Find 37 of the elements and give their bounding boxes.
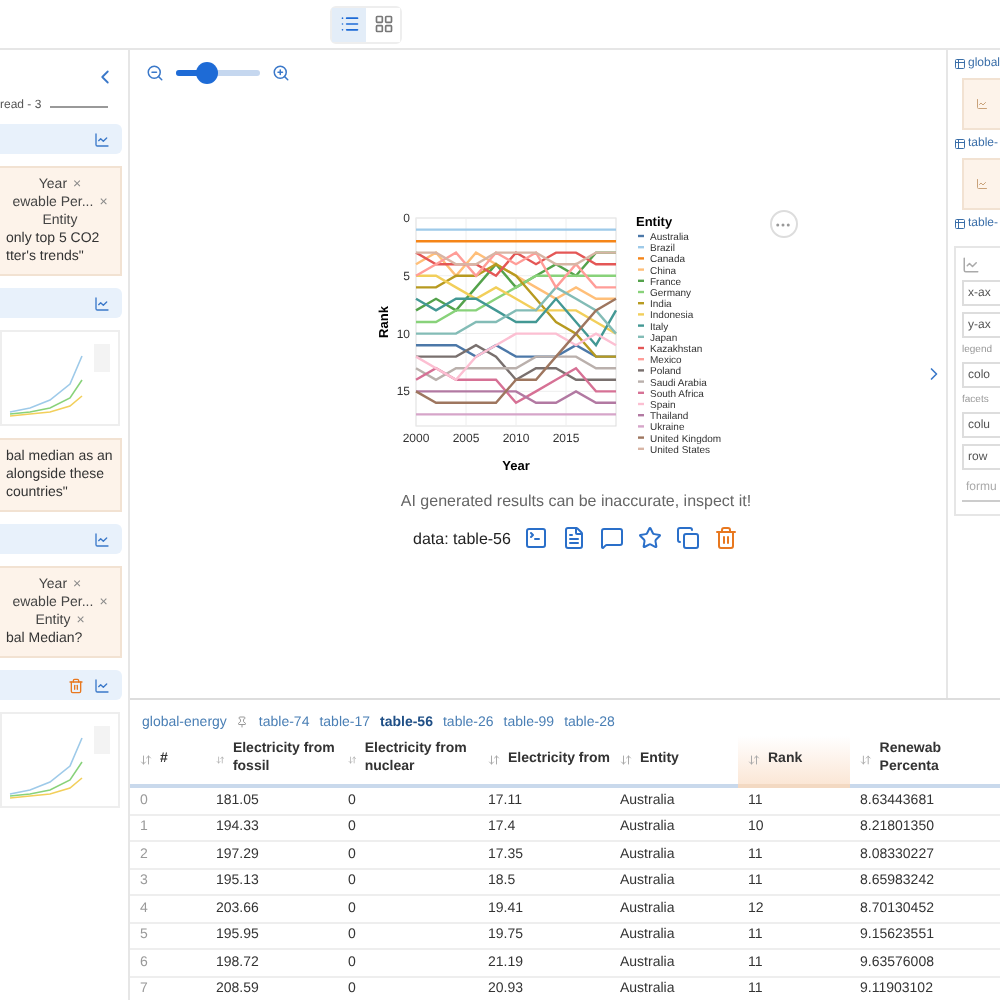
delete-button[interactable] [68, 677, 84, 693]
trash-icon [68, 677, 84, 693]
table-icon [954, 218, 966, 230]
chart-icon [94, 677, 110, 693]
chart-thumbnail[interactable] [0, 712, 120, 808]
chart-icon [976, 178, 988, 190]
list-view-button[interactable] [332, 7, 366, 41]
data-source-label: data: table-56 [413, 529, 511, 547]
chart-button[interactable] [94, 295, 110, 311]
sort-icon[interactable] [860, 754, 872, 766]
zoom-in-icon[interactable] [272, 64, 290, 82]
star-icon[interactable] [638, 526, 663, 550]
sort-icon[interactable] [748, 754, 760, 766]
table-icon [954, 138, 966, 150]
chart-button[interactable] [94, 531, 110, 547]
disclaimer-text: AI generated results can be inaccurate, inspect it! [400, 492, 752, 510]
chart-type-icon[interactable] [962, 256, 980, 274]
pin-icon [236, 716, 249, 728]
sort-icon[interactable] [620, 754, 632, 766]
chart-thumbnail[interactable] [0, 330, 120, 426]
copy-icon[interactable] [676, 526, 701, 550]
grid-icon [373, 14, 393, 34]
chart-icon [94, 131, 110, 147]
sort-icon[interactable] [488, 754, 500, 766]
table-icon [954, 58, 966, 70]
document-icon[interactable] [562, 526, 587, 550]
sort-icon[interactable] [140, 754, 152, 766]
chart-icon [976, 98, 988, 110]
slider-thumb[interactable] [195, 62, 218, 84]
chart-icon [94, 531, 110, 547]
delete-icon[interactable] [714, 526, 739, 550]
chart-button[interactable] [94, 677, 110, 693]
chat-icon[interactable] [600, 526, 625, 550]
chart-icon [94, 295, 110, 311]
chart-button[interactable] [94, 131, 110, 147]
code-icon[interactable] [524, 526, 549, 550]
zoom-out-icon[interactable] [146, 64, 164, 82]
